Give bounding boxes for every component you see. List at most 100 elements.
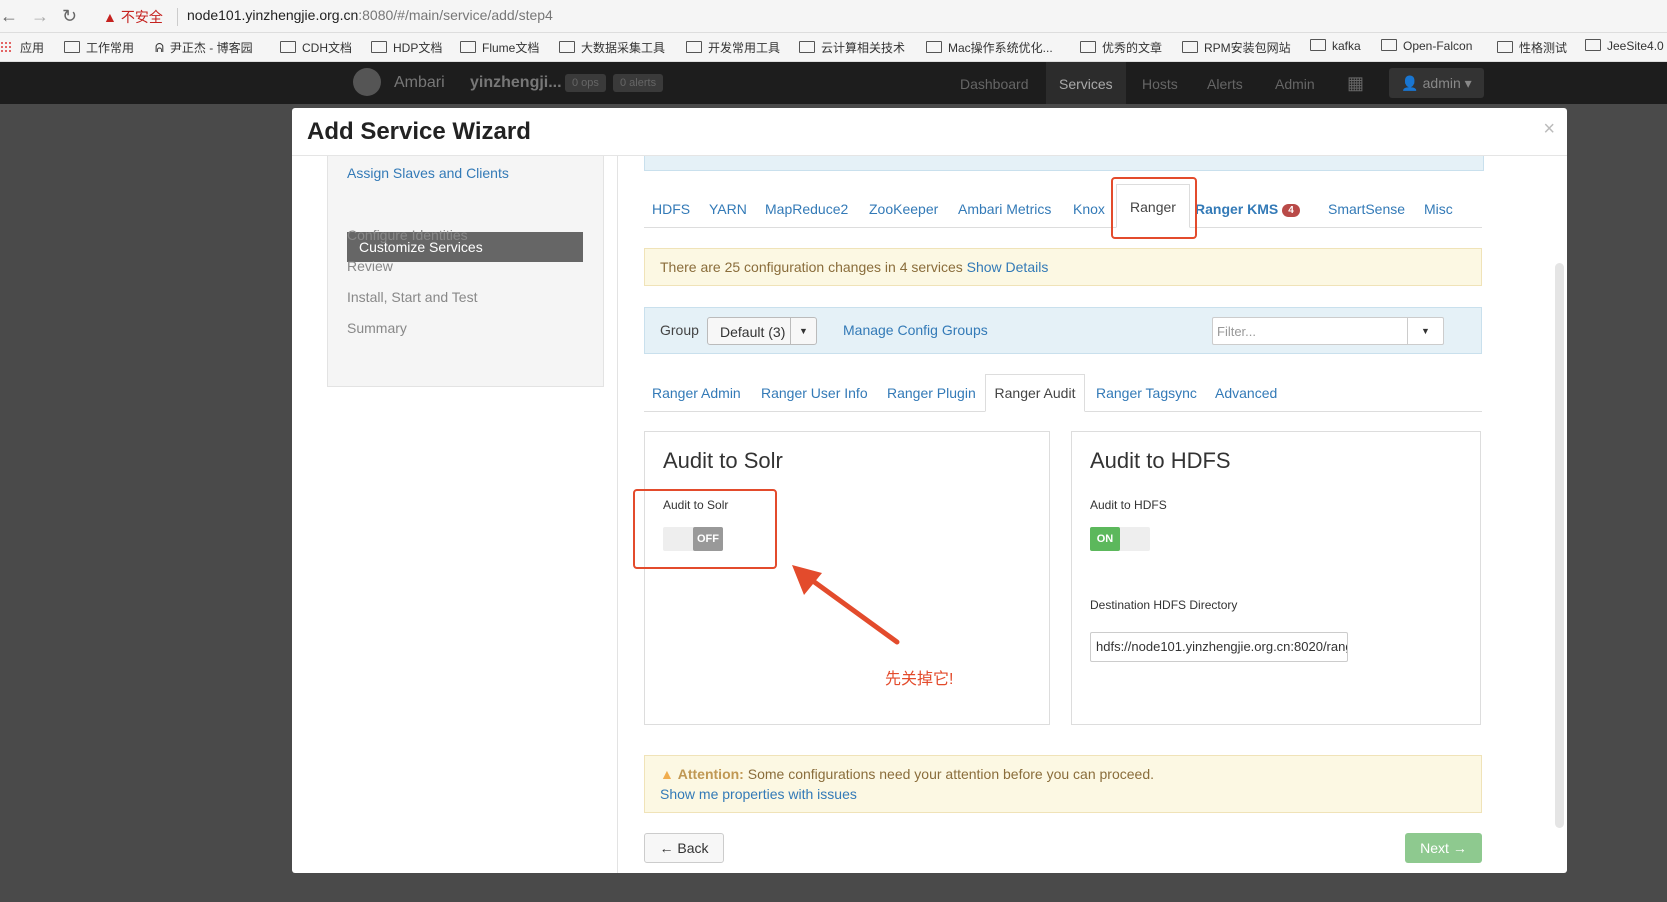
bookmark-folder[interactable]: 大数据采集工具: [559, 39, 665, 56]
folder-icon: [64, 41, 80, 53]
audit-to-hdfs-panel: Audit to HDFS Audit to HDFS ON Destinati…: [1071, 431, 1481, 725]
bookmarks-bar: 应用 工作常用 ᕱ 尹正杰 - 博客园 CDH文档 HDP文档 Flume文档 大…: [0, 33, 1667, 62]
nav-services[interactable]: Services: [1059, 76, 1113, 92]
bookmark-folder[interactable]: HDP文档: [371, 39, 442, 56]
tab-yarn[interactable]: YARN: [709, 201, 747, 217]
apps-grid-icon[interactable]: ▦: [1347, 73, 1364, 94]
bookmark-folder[interactable]: Open-Falcon: [1381, 39, 1472, 53]
ranger-kms-count-badge: 4: [1282, 204, 1300, 217]
caret-down-icon: ▾: [1464, 75, 1472, 91]
bookmark-link[interactable]: ᕱ 尹正杰 - 博客园: [155, 39, 253, 56]
bookmark-apps[interactable]: 应用: [0, 39, 44, 56]
folder-icon: [280, 41, 296, 53]
annotation-text: 先关掉它!: [885, 671, 954, 688]
bookmark-folder[interactable]: Flume文档: [460, 39, 539, 56]
tab-advanced[interactable]: Advanced: [1215, 385, 1277, 401]
attention-alert: ▲ Attention: Some configurations need yo…: [644, 755, 1482, 813]
field-label: Audit to HDFS: [1090, 498, 1167, 512]
field-label: Destination HDFS Directory: [1090, 598, 1238, 612]
browser-toolbar: ← → ↻ ▲ 不安全 node101.yinzhengjie.org.cn:80…: [0, 0, 1667, 33]
user-menu[interactable]: 👤 admin ▾: [1389, 68, 1484, 98]
tab-ranger-audit[interactable]: Ranger Audit: [985, 374, 1085, 412]
config-group-bar: Group Default (3) ▼ Manage Config Groups…: [644, 307, 1482, 354]
folder-icon: [1585, 39, 1601, 51]
caret-down-icon: ▼: [790, 318, 816, 344]
tab-ranger-user-info[interactable]: Ranger User Info: [761, 385, 868, 401]
tab-ranger-admin[interactable]: Ranger Admin: [652, 385, 741, 401]
folder-icon: [559, 41, 575, 53]
group-label: Group: [660, 322, 699, 338]
hdfs-directory-input[interactable]: hdfs://node101.yinzhengjie.org.cn:8020/r…: [1090, 632, 1348, 662]
highlight-ranger-tab: [1111, 177, 1197, 239]
tab-ranger-kms[interactable]: Ranger KMS 4: [1195, 201, 1300, 217]
folder-icon: [1310, 39, 1326, 51]
bookmark-folder[interactable]: RPM安装包网站: [1182, 39, 1291, 56]
user-icon: 👤: [1401, 75, 1419, 91]
folder-icon: [1381, 39, 1397, 51]
apps-grid-icon: [0, 41, 12, 53]
tab-smartsense[interactable]: SmartSense: [1328, 201, 1405, 217]
nav-dashboard[interactable]: Dashboard: [960, 76, 1029, 92]
address-bar[interactable]: node101.yinzhengjie.org.cn:8080/#/main/s…: [187, 7, 553, 23]
tab-misc[interactable]: Misc: [1424, 201, 1453, 217]
bookmark-folder[interactable]: JeeSite4.0: [1585, 39, 1664, 53]
tab-ambari-metrics[interactable]: Ambari Metrics: [958, 201, 1051, 217]
reload-icon[interactable]: ↻: [62, 6, 77, 27]
nav-alerts[interactable]: Alerts: [1207, 76, 1243, 92]
folder-icon: [686, 41, 702, 53]
annotation-arrow-icon: [792, 565, 900, 645]
bookmark-folder[interactable]: Mac操作系统优化...: [926, 39, 1053, 56]
info-alert-partial: [644, 156, 1484, 171]
tab-knox[interactable]: Knox: [1073, 201, 1105, 217]
back-button[interactable]: ← Back: [644, 833, 724, 863]
wizard-steps-sidebar: Assign Slaves and Clients Customize Serv…: [327, 156, 604, 387]
show-details-link[interactable]: Show Details: [967, 259, 1049, 275]
blog-icon: ᕱ: [155, 41, 164, 55]
show-issues-link[interactable]: Show me properties with issues: [660, 786, 857, 802]
caret-down-icon[interactable]: ▼: [1407, 318, 1443, 344]
bookmark-folder[interactable]: 开发常用工具: [686, 39, 780, 56]
highlight-solr-toggle: [633, 489, 777, 569]
step-assign-slaves[interactable]: Assign Slaves and Clients: [347, 165, 509, 181]
step-configure-identities: Configure Identities: [347, 227, 468, 243]
tab-hdfs[interactable]: HDFS: [652, 201, 690, 217]
cluster-name[interactable]: yinzhengji...: [470, 74, 562, 92]
arrow-right-icon[interactable]: →: [31, 6, 49, 27]
next-button[interactable]: Next →: [1405, 833, 1482, 863]
modal-title: Add Service Wizard: [307, 118, 531, 145]
tab-zookeeper[interactable]: ZooKeeper: [869, 201, 938, 217]
toggle-state: ON: [1090, 527, 1120, 551]
folder-icon: [460, 41, 476, 53]
panel-title: Audit to Solr: [663, 448, 783, 473]
alerts-badge[interactable]: 0 alerts: [613, 74, 664, 92]
bookmark-folder[interactable]: CDH文档: [280, 39, 352, 56]
close-icon[interactable]: ×: [1543, 118, 1555, 141]
ops-badge[interactable]: 0 ops: [565, 74, 606, 92]
filter-input[interactable]: Filter... ▼: [1212, 317, 1444, 345]
manage-config-groups-link[interactable]: Manage Config Groups: [843, 322, 988, 338]
brand-name[interactable]: Ambari: [394, 74, 445, 92]
config-changes-alert: There are 25 configuration changes in 4 …: [644, 248, 1482, 286]
folder-icon: [799, 41, 815, 53]
arrow-left-icon[interactable]: ←: [0, 6, 18, 27]
bookmark-folder[interactable]: 优秀的文章: [1080, 39, 1162, 56]
modal-scrollbar[interactable]: [1555, 263, 1564, 828]
bookmark-folder[interactable]: 工作常用: [64, 39, 134, 56]
folder-icon: [1080, 41, 1096, 53]
bookmark-folder[interactable]: kafka: [1310, 39, 1361, 53]
security-warning[interactable]: ▲ 不安全: [103, 7, 163, 27]
bookmark-folder[interactable]: 云计算相关技术: [799, 39, 905, 56]
panel-title: Audit to HDFS: [1090, 448, 1231, 473]
bookmark-folder[interactable]: 性格测试: [1497, 39, 1567, 56]
step-install-start-test: Install, Start and Test: [347, 289, 478, 305]
tab-mapreduce2[interactable]: MapReduce2: [765, 201, 848, 217]
audit-to-hdfs-toggle[interactable]: ON: [1090, 527, 1150, 551]
warning-icon: ▲: [660, 766, 674, 782]
nav-hosts[interactable]: Hosts: [1142, 76, 1178, 92]
tab-ranger-tagsync[interactable]: Ranger Tagsync: [1096, 385, 1197, 401]
step-review: Review: [347, 258, 393, 274]
nav-admin[interactable]: Admin: [1275, 76, 1315, 92]
tab-ranger-plugin[interactable]: Ranger Plugin: [887, 385, 976, 401]
step-summary: Summary: [347, 320, 407, 336]
config-group-select[interactable]: Default (3) ▼: [707, 317, 817, 345]
